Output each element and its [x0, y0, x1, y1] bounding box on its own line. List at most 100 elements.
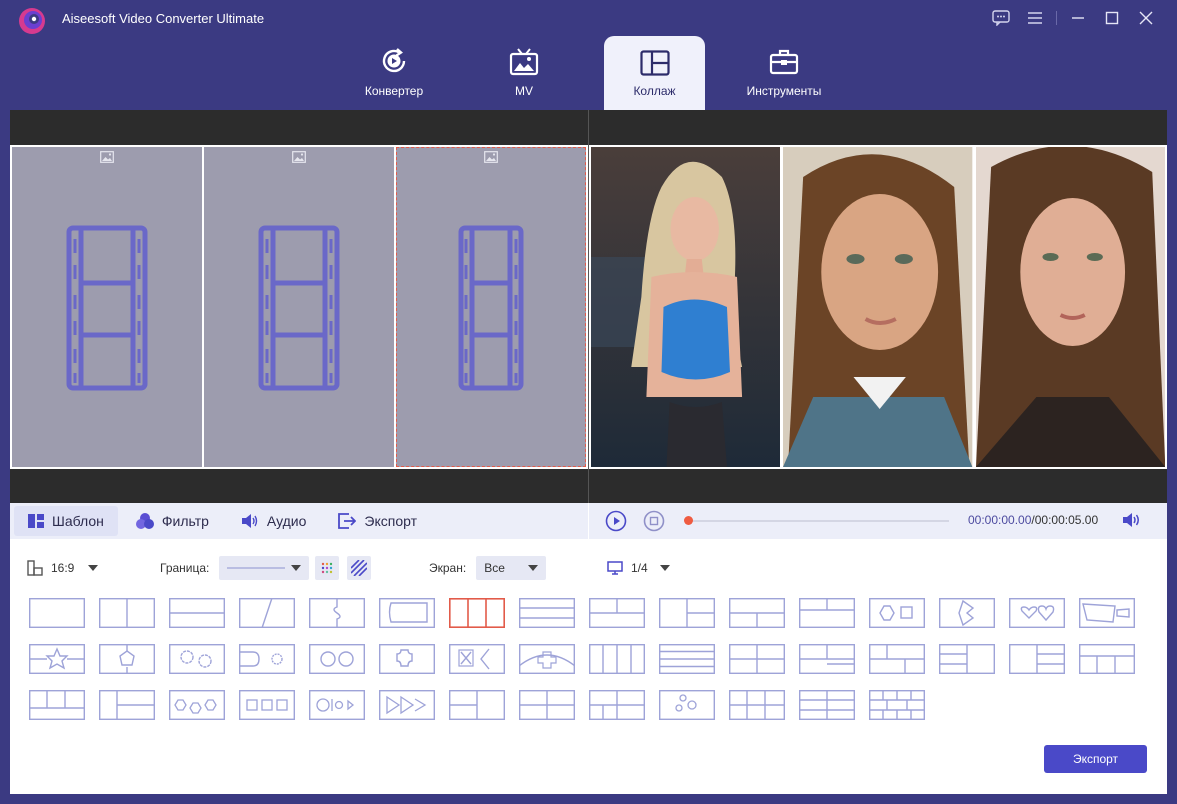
template-25[interactable] — [589, 644, 645, 674]
template-20[interactable] — [239, 644, 295, 674]
chevron-down-icon — [528, 565, 539, 571]
menu-icon[interactable] — [1018, 6, 1052, 30]
template-31[interactable] — [1009, 644, 1065, 674]
screen-label: Экран: — [429, 561, 467, 575]
preview-photo-3 — [975, 147, 1165, 467]
options-row: 16:9 Граница: Экран: Все 1/4 — [10, 550, 1167, 586]
tab-audio[interactable]: Аудио — [227, 506, 321, 536]
app-title: Aiseesoft Video Converter Ultimate — [62, 11, 265, 26]
template-19[interactable] — [169, 644, 225, 674]
template-26[interactable] — [659, 644, 715, 674]
main-nav: Конвертер MV Коллаж Инструменты — [0, 36, 1177, 110]
minimize-icon[interactable] — [1061, 6, 1095, 30]
template-33[interactable] — [29, 690, 85, 720]
collage-slot-3[interactable] — [396, 147, 586, 467]
template-32[interactable] — [1079, 644, 1135, 674]
template-28[interactable] — [799, 644, 855, 674]
total-time: /00:00:05.00 — [1031, 513, 1099, 527]
color-grid-icon — [322, 562, 333, 574]
template-14[interactable] — [939, 598, 995, 628]
export-icon — [338, 513, 357, 529]
tv-image-icon — [509, 48, 539, 76]
template-6[interactable] — [379, 598, 435, 628]
screen-value: Все — [484, 561, 505, 575]
template-45[interactable] — [869, 690, 925, 720]
tab-audio-label: Аудио — [266, 513, 307, 529]
tab-tools[interactable]: Инструменты — [740, 36, 828, 110]
template-3[interactable] — [169, 598, 225, 628]
template-1[interactable] — [29, 598, 85, 628]
template-7-selected[interactable] — [449, 598, 505, 628]
template-16[interactable] — [1079, 598, 1135, 628]
template-5[interactable] — [309, 598, 365, 628]
screen-select[interactable]: Все — [476, 556, 547, 580]
page-select[interactable]: 1/4 — [607, 550, 670, 586]
chat-icon[interactable] — [984, 6, 1018, 30]
tab-template[interactable]: Шаблон — [14, 506, 118, 536]
play-icon[interactable] — [605, 510, 627, 532]
volume-icon[interactable] — [1122, 512, 1142, 528]
border-pattern-button[interactable] — [347, 556, 372, 580]
template-43[interactable] — [729, 690, 785, 720]
add-image-icon[interactable] — [484, 151, 498, 163]
hatch-pattern-icon — [351, 560, 368, 576]
aspect-ratio-value: 16:9 — [51, 561, 75, 575]
tab-converter[interactable]: Конвертер — [350, 36, 438, 110]
export-button[interactable]: Экспорт — [1044, 745, 1147, 773]
convert-icon — [382, 48, 406, 73]
template-42[interactable] — [659, 690, 715, 720]
collage-workspace: Шаблон Фильтр Аудио Экспорт 00:00:00.00/… — [10, 110, 1167, 794]
border-color-button[interactable] — [315, 556, 340, 580]
chevron-down-icon — [291, 565, 302, 571]
template-40[interactable] — [519, 690, 575, 720]
tab-filter[interactable]: Фильтр — [122, 506, 223, 536]
tab-converter-label: Конвертер — [364, 84, 424, 98]
collage-slot-2[interactable] — [204, 147, 394, 467]
template-39[interactable] — [449, 690, 505, 720]
template-4[interactable] — [239, 598, 295, 628]
template-34[interactable] — [99, 690, 155, 720]
template-18[interactable] — [99, 644, 155, 674]
maximize-icon[interactable] — [1095, 6, 1129, 30]
template-12[interactable] — [799, 598, 855, 628]
template-9[interactable] — [589, 598, 645, 628]
template-24[interactable] — [519, 644, 575, 674]
template-30[interactable] — [939, 644, 995, 674]
template-38[interactable] — [379, 690, 435, 720]
progress-track[interactable] — [685, 520, 949, 522]
stop-icon[interactable] — [643, 510, 665, 532]
add-image-icon[interactable] — [292, 151, 306, 163]
template-41[interactable] — [589, 690, 645, 720]
template-29[interactable] — [869, 644, 925, 674]
template-36[interactable] — [239, 690, 295, 720]
tab-export-label: Экспорт — [364, 513, 417, 529]
add-image-icon[interactable] — [100, 151, 114, 163]
audio-icon — [241, 514, 258, 528]
tab-mv[interactable]: MV — [490, 36, 558, 110]
template-22[interactable] — [379, 644, 435, 674]
template-10[interactable] — [659, 598, 715, 628]
template-23[interactable] — [449, 644, 505, 674]
progress-handle[interactable] — [684, 516, 693, 525]
collage-icon — [639, 50, 670, 76]
template-35[interactable] — [169, 690, 225, 720]
template-11[interactable] — [729, 598, 785, 628]
template-27[interactable] — [729, 644, 785, 674]
collage-slot-1[interactable] — [12, 147, 202, 467]
template-21[interactable] — [309, 644, 365, 674]
template-44[interactable] — [799, 690, 855, 720]
template-13[interactable] — [869, 598, 925, 628]
tab-export[interactable]: Экспорт — [324, 506, 431, 536]
template-17[interactable] — [29, 644, 85, 674]
tab-collage[interactable]: Коллаж — [604, 36, 705, 110]
close-icon[interactable] — [1129, 6, 1163, 30]
panel-tabs: Шаблон Фильтр Аудио Экспорт — [10, 503, 588, 539]
border-style-select[interactable] — [219, 556, 310, 580]
preview-pane — [589, 110, 1167, 503]
template-2[interactable] — [99, 598, 155, 628]
player-controls: 00:00:00.00/00:00:05.00 — [589, 503, 1167, 539]
aspect-ratio-select[interactable]: 16:9 — [27, 550, 99, 586]
template-37[interactable] — [309, 690, 365, 720]
template-8[interactable] — [519, 598, 575, 628]
template-15[interactable] — [1009, 598, 1065, 628]
